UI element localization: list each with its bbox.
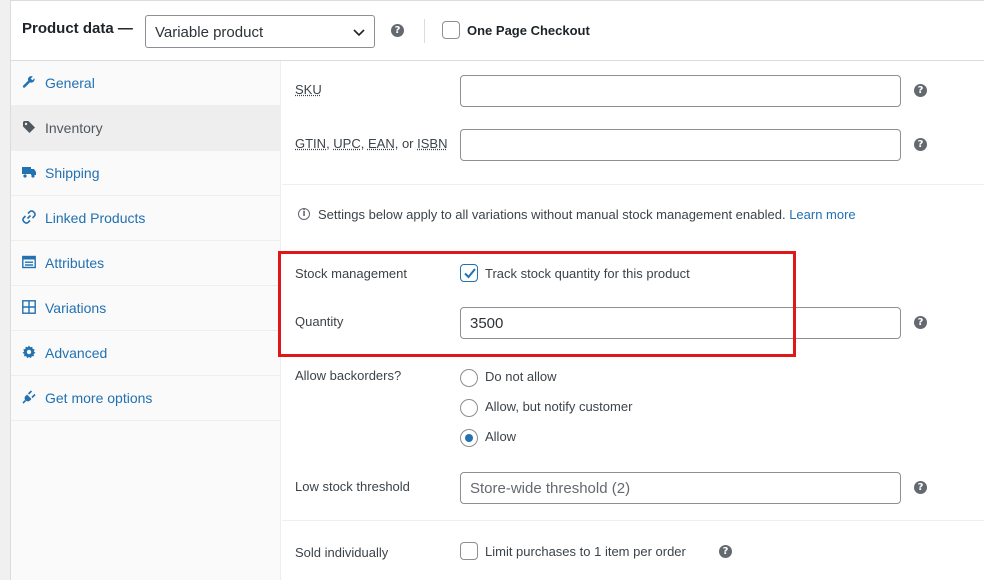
backorder-option-label: Allow, but notify customer bbox=[485, 399, 633, 414]
product-data-panel: Product data — Variable product ? One Pa… bbox=[10, 0, 984, 580]
sku-help-icon[interactable]: ? bbox=[914, 84, 927, 97]
stock-info-text: Settings below apply to all variations w… bbox=[318, 207, 856, 222]
one-page-checkout-label: One Page Checkout bbox=[467, 23, 590, 38]
sku-input[interactable] bbox=[460, 75, 901, 107]
wrench-icon bbox=[22, 76, 35, 88]
list-icon bbox=[22, 255, 36, 269]
sold-individually-label: Sold individually bbox=[295, 545, 389, 560]
product-type-select[interactable]: Variable product bbox=[145, 15, 375, 48]
limit-purchases-label: Limit purchases to 1 item per order bbox=[485, 544, 686, 559]
tab-linked-products[interactable]: Linked Products bbox=[11, 196, 281, 241]
section-divider bbox=[282, 520, 984, 521]
product-data-title: Product data — bbox=[22, 20, 133, 37]
chevron-down-icon bbox=[353, 29, 365, 37]
tag-icon bbox=[23, 121, 35, 133]
plugin-icon bbox=[22, 390, 36, 404]
tab-inventory[interactable]: Inventory bbox=[11, 106, 281, 151]
learn-more-link[interactable]: Learn more bbox=[789, 207, 855, 222]
product-data-tabs: General Inventory Shipping Linked Produc… bbox=[11, 61, 281, 580]
product-type-help-icon[interactable]: ? bbox=[391, 24, 404, 37]
limit-purchases-checkbox[interactable] bbox=[460, 542, 478, 560]
backorder-radio-allow[interactable] bbox=[460, 429, 478, 447]
gtin-label: GTIN, UPC, EAN, or ISBN bbox=[295, 136, 448, 151]
low-stock-input[interactable]: Store-wide threshold (2) bbox=[460, 472, 901, 504]
backorder-radio-notify[interactable] bbox=[460, 399, 478, 417]
link-icon bbox=[22, 210, 36, 224]
tab-attributes-label: Attributes bbox=[45, 255, 105, 271]
backorders-label: Allow backorders? bbox=[295, 368, 402, 383]
tab-inventory-label: Inventory bbox=[45, 120, 103, 136]
info-icon: i bbox=[298, 208, 310, 220]
gear-icon bbox=[22, 345, 36, 359]
backorder-option-label: Do not allow bbox=[485, 369, 557, 384]
tab-variations[interactable]: Variations bbox=[11, 286, 281, 331]
product-type-value: Variable product bbox=[155, 24, 264, 41]
gtin-input[interactable] bbox=[460, 129, 901, 161]
tab-advanced[interactable]: Advanced bbox=[11, 331, 281, 376]
low-stock-placeholder: Store-wide threshold (2) bbox=[470, 480, 631, 497]
tab-general-label: General bbox=[45, 75, 95, 91]
limit-purchases-help-icon[interactable]: ? bbox=[719, 545, 732, 558]
header-divider bbox=[424, 19, 425, 43]
tab-shipping-label: Shipping bbox=[45, 165, 100, 181]
gtin-help-icon[interactable]: ? bbox=[914, 138, 927, 151]
backorder-option-label: Allow bbox=[485, 429, 517, 444]
tab-get-more-options[interactable]: Get more options bbox=[11, 376, 281, 421]
section-divider bbox=[282, 184, 984, 185]
low-stock-label: Low stock threshold bbox=[295, 479, 410, 494]
sku-label: SKU bbox=[295, 82, 322, 97]
grid-icon bbox=[22, 300, 36, 314]
tab-get-more-options-label: Get more options bbox=[45, 390, 153, 406]
tab-general[interactable]: General bbox=[11, 61, 281, 106]
tab-shipping[interactable]: Shipping bbox=[11, 151, 281, 196]
product-data-header: Product data — Variable product ? One Pa… bbox=[11, 1, 984, 61]
tab-linked-products-label: Linked Products bbox=[45, 210, 146, 226]
highlight-box bbox=[278, 251, 796, 357]
tab-advanced-label: Advanced bbox=[45, 345, 108, 361]
truck-icon bbox=[22, 167, 36, 178]
tab-variations-label: Variations bbox=[45, 300, 107, 316]
tab-attributes[interactable]: Attributes bbox=[11, 241, 281, 286]
quantity-help-icon[interactable]: ? bbox=[914, 316, 927, 329]
low-stock-help-icon[interactable]: ? bbox=[914, 481, 927, 494]
one-page-checkout-checkbox[interactable] bbox=[442, 21, 460, 39]
backorder-radio-do-not-allow[interactable] bbox=[460, 369, 478, 387]
